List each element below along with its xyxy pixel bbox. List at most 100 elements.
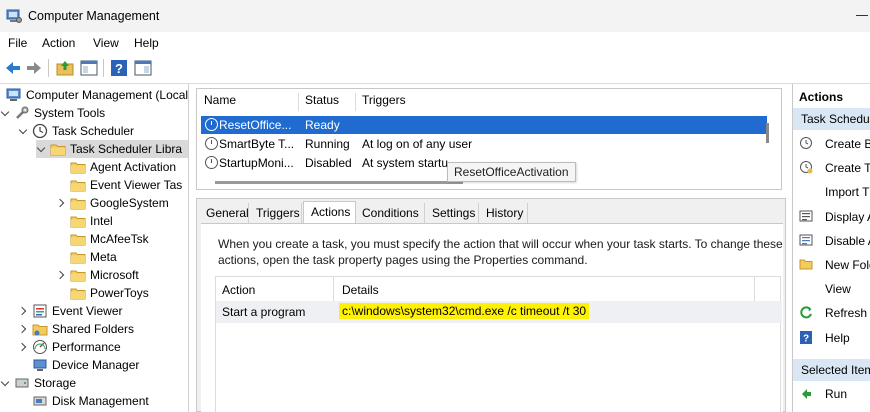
column-divider[interactable] — [298, 93, 299, 111]
column-header-details[interactable]: Details — [342, 283, 379, 297]
actions-section-task-scheduler[interactable]: Task Schedule — [793, 108, 870, 130]
tree-item-label: Event Viewer — [52, 304, 123, 318]
toolbar-separator — [103, 59, 104, 77]
chevron-down-icon[interactable] — [0, 378, 10, 388]
tree-item-task-scheduler[interactable]: Task Scheduler — [18, 122, 134, 140]
window-title: Computer Management — [28, 9, 160, 23]
chevron-down-icon[interactable] — [36, 144, 46, 154]
action-create-ta[interactable]: Create Ta — [797, 158, 870, 178]
tab-triggers[interactable]: Triggers — [250, 203, 302, 223]
tree-item-system-tools[interactable]: System Tools — [0, 104, 105, 122]
help-icon[interactable]: ? — [109, 58, 129, 78]
tab-general[interactable]: General — [201, 203, 249, 223]
action-new-fold[interactable]: New Fold — [797, 255, 870, 275]
computer-management-icon — [6, 9, 22, 23]
disable-history-icon — [799, 234, 813, 246]
toolbar: ? — [0, 54, 870, 84]
chevron-down-icon[interactable] — [18, 126, 28, 136]
tree-item-event-viewer-tas[interactable]: Event Viewer Tas — [56, 176, 182, 194]
tree-item-shared-folders[interactable]: Shared Folders — [18, 320, 134, 338]
task-detail-pane: General Triggers Actions Conditions Sett… — [196, 198, 786, 412]
help-icon: ? — [800, 330, 812, 344]
back-arrow-icon[interactable] — [3, 58, 23, 78]
create-task-icon — [800, 161, 813, 174]
show-hide-console-tree-icon[interactable] — [79, 58, 99, 78]
up-folder-icon[interactable] — [55, 58, 75, 78]
vertical-scrollbar[interactable] — [766, 123, 769, 143]
tab-history[interactable]: History — [480, 203, 528, 223]
task-row[interactable]: SmartByte T... Running At log on of any … — [201, 135, 767, 153]
folder-icon — [70, 288, 86, 300]
action-create-ba[interactable]: Create Ba — [797, 134, 870, 154]
refresh-icon — [800, 306, 812, 319]
column-header-status[interactable]: Status — [305, 93, 339, 107]
show-hide-action-pane-icon[interactable] — [133, 58, 153, 78]
chevron-right-icon[interactable] — [56, 198, 66, 208]
column-divider[interactable] — [333, 277, 334, 301]
tree-item-performance[interactable]: Performance — [18, 338, 121, 356]
chevron-down-icon[interactable] — [0, 108, 10, 118]
display-running-icon — [799, 210, 813, 222]
column-header-action[interactable]: Action — [222, 283, 255, 297]
tree-item-microsoft[interactable]: Microsoft — [56, 266, 139, 284]
disk-icon — [33, 396, 47, 406]
tab-settings[interactable]: Settings — [426, 203, 479, 223]
table-row[interactable]: Start a program c:\windows\system32\cmd.… — [216, 301, 782, 323]
menu-help[interactable]: Help — [134, 36, 159, 50]
action-label: Create Ta — [825, 161, 870, 176]
tree-item-label: Microsoft — [90, 268, 139, 282]
column-divider[interactable] — [355, 93, 356, 111]
column-divider[interactable] — [754, 277, 755, 301]
tree-item-computer-management-local[interactable]: Computer Management (Local — [2, 86, 188, 104]
tree-item-label: Disk Management — [52, 394, 149, 408]
folder-icon — [70, 270, 86, 282]
tree-item-agent-activation[interactable]: Agent Activation — [56, 158, 176, 176]
tree-item-googlesystem[interactable]: GoogleSystem — [56, 194, 169, 212]
actions-description: When you create a task, you must specify… — [218, 237, 783, 267]
tree-item-mcafeetsk[interactable]: McAfeeTsk — [56, 230, 149, 248]
forward-arrow-icon[interactable] — [24, 58, 44, 78]
action-run[interactable]: Run — [797, 384, 870, 404]
tree-item-event-viewer[interactable]: Event Viewer — [18, 302, 122, 320]
action-help[interactable]: ? Help — [797, 328, 870, 348]
folder-icon — [70, 162, 86, 174]
column-header-triggers[interactable]: Triggers — [362, 93, 406, 107]
action-display-a[interactable]: Display A — [797, 207, 870, 227]
menu-file[interactable]: File — [8, 36, 27, 50]
minimize-button[interactable] — [850, 4, 870, 24]
action-label: Run — [825, 387, 848, 401]
chevron-right-icon[interactable] — [18, 306, 28, 316]
action-import-t[interactable]: Import T — [797, 182, 870, 202]
tree-item-device-manager[interactable]: Device Manager — [18, 356, 139, 374]
tree-item-powertoys[interactable]: PowerToys — [56, 284, 149, 302]
tree-item-meta[interactable]: Meta — [56, 248, 117, 266]
action-refresh[interactable]: Refresh — [797, 303, 870, 323]
tree-item-task-scheduler-libra[interactable]: Task Scheduler Libra — [36, 140, 188, 158]
actions-table: Action Details Start a program c:\window… — [215, 276, 782, 412]
column-header-name[interactable]: Name — [204, 93, 236, 107]
chevron-right-icon[interactable] — [18, 342, 28, 352]
tree-item-storage[interactable]: Storage — [0, 374, 76, 392]
menu-action[interactable]: Action — [42, 36, 75, 50]
tab-actions[interactable]: Actions — [303, 201, 356, 224]
chevron-right-icon[interactable] — [56, 270, 66, 280]
chevron-right-icon[interactable] — [18, 324, 28, 334]
menu-view[interactable]: View — [93, 36, 119, 50]
action-view[interactable]: View — [797, 279, 870, 299]
tree-item-label: Intel — [90, 214, 113, 228]
tree-item-label: System Tools — [34, 106, 106, 120]
action-label: New Fold — [825, 258, 870, 272]
tab-conditions[interactable]: Conditions — [357, 203, 425, 223]
task-name: StartupMoni... — [219, 156, 294, 170]
tree-item-label: GoogleSystem — [90, 196, 169, 210]
tree-item-intel[interactable]: Intel — [56, 212, 113, 230]
actions-section-selected-item[interactable]: Selected Item — [793, 359, 870, 381]
horizontal-scrollbar[interactable] — [215, 181, 463, 184]
tree-item-disk-management[interactable]: Disk Management — [18, 392, 149, 410]
tree-item-label: Task Scheduler — [52, 124, 135, 138]
task-row[interactable]: ResetOffice... Ready — [201, 116, 767, 134]
action-disable-a[interactable]: Disable A — [797, 231, 870, 251]
